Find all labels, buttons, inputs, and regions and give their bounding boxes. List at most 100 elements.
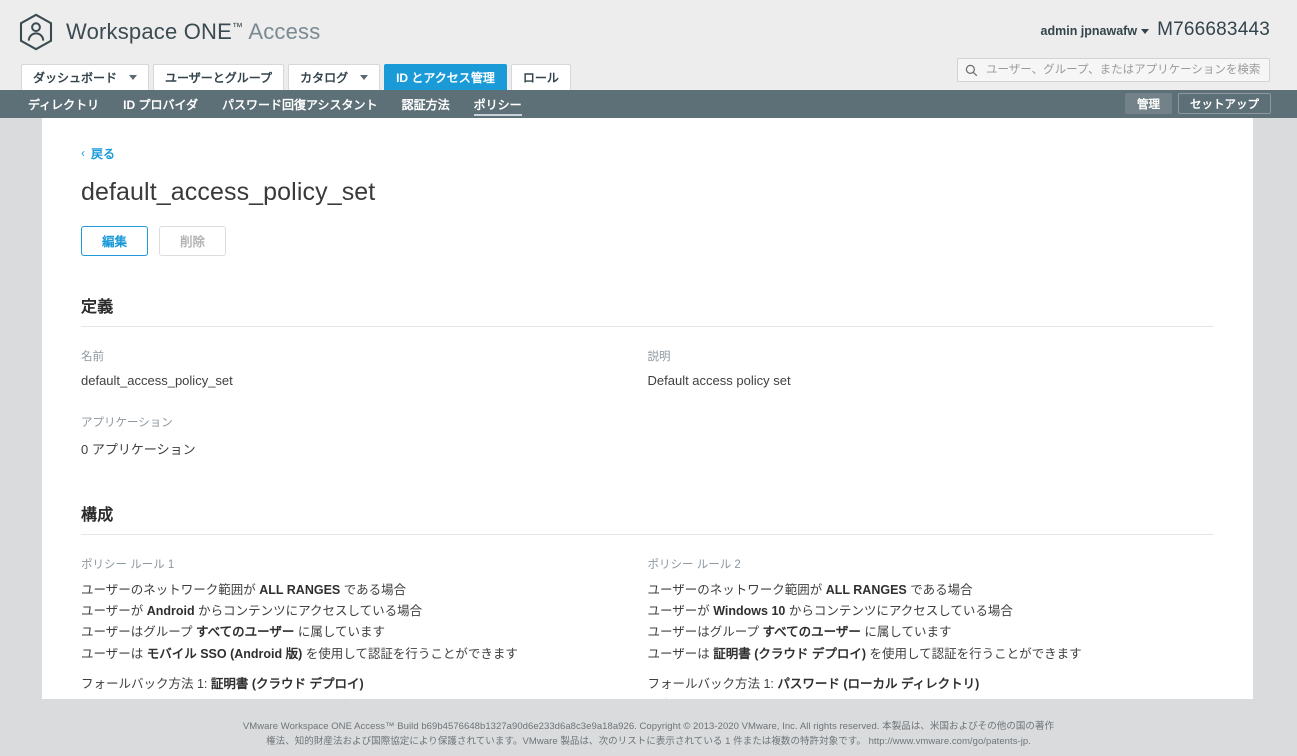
- page-footer: VMware Workspace ONE Access™ Build b69b4…: [0, 712, 1297, 756]
- secondary-nav-actions: 管理 セットアップ: [1125, 93, 1271, 114]
- tab-dashboard[interactable]: ダッシュボード: [21, 64, 150, 90]
- account-area: admin jpnawafw M766683443: [1041, 19, 1270, 41]
- rule-text: である場合: [340, 582, 407, 597]
- chevron-down-icon: [1141, 29, 1150, 35]
- rule-text: からコンテンツにアクセスしている場合: [785, 603, 1013, 618]
- rule-text: に属しています: [294, 625, 385, 640]
- subnav-item-directories[interactable]: ディレクトリ: [16, 90, 111, 118]
- app-root: Workspace ONE™ Access admin jpnawafw M76…: [0, 0, 1297, 756]
- subnav-item-password-recovery-assistant[interactable]: パスワード回復アシスタント: [210, 90, 390, 118]
- manage-button[interactable]: 管理: [1125, 93, 1172, 114]
- definition-heading: 定義: [81, 298, 114, 316]
- top-header: Workspace ONE™ Access admin jpnawafw M76…: [0, 0, 1297, 90]
- policy-rule-1-title: ポリシー ルール 1: [81, 558, 175, 571]
- rule-text: に属しています: [860, 625, 952, 640]
- rule-condition: ユーザーのネットワーク範囲が ALL RANGES である場合: [648, 580, 1191, 601]
- policy-rule-1: ポリシー ルール 1 ユーザーのネットワーク範囲が ALL RANGES である…: [81, 556, 648, 700]
- configuration-heading: 構成: [81, 506, 114, 524]
- definition-right-column: 説明 Default access policy set: [648, 348, 1215, 458]
- rule-emphasis: 証明書 (クラウド デプロイ): [210, 677, 364, 692]
- brand-trademark: ™: [232, 21, 244, 34]
- configuration-grid: ポリシー ルール 1 ユーザーのネットワーク範囲が ALL RANGES である…: [81, 556, 1214, 700]
- rule-text: を使用して認証を行うことができます: [866, 646, 1082, 661]
- subnav-item-directories-label: ディレクトリ: [28, 97, 100, 112]
- tab-users-and-groups-label: ユーザーとグループ: [165, 71, 273, 85]
- rule-emphasis: ALL RANGES: [259, 582, 341, 597]
- rule-text: ユーザーはグループ: [647, 625, 763, 640]
- chevron-left-icon: ‹: [81, 146, 85, 160]
- delete-button-label: 削除: [179, 235, 205, 249]
- subnav-item-identity-providers-label: ID プロバイダ: [123, 97, 199, 112]
- search-input[interactable]: [984, 63, 1262, 77]
- configuration-section: 構成 ポリシー ルール 1 ユーザーのネットワーク範囲が ALL RANGES …: [81, 501, 1214, 700]
- rule-text: を使用して認証を行うことができます: [302, 646, 518, 661]
- rule-emphasis: Android: [146, 603, 195, 618]
- rule-condition: ユーザーが Android からコンテンツにアクセスしている場合: [81, 601, 624, 622]
- rule-condition: ユーザーが Windows 10 からコンテンツにアクセスしている場合: [648, 601, 1191, 622]
- definition-divider: [81, 325, 1214, 327]
- subnav-item-authentication-methods[interactable]: 認証方法: [390, 90, 462, 118]
- setup-button[interactable]: セットアップ: [1178, 93, 1271, 114]
- content-area: ‹ 戻る default_access_policy_set 編集 削除 定義: [0, 118, 1297, 712]
- configuration-divider: [81, 533, 1214, 535]
- rule-condition: ユーザーはグループ すべてのユーザー に属しています: [81, 622, 624, 643]
- rule-emphasis: すべてのユーザー: [195, 625, 295, 640]
- rule-text: ユーザーのネットワーク範囲が: [647, 582, 826, 597]
- rule-text: からコンテンツにアクセスしている場合: [194, 603, 423, 618]
- rule-emphasis: ALL RANGES: [825, 582, 907, 597]
- policy-rule-2: ポリシー ルール 2 ユーザーのネットワーク範囲が ALL RANGES である…: [648, 556, 1215, 700]
- tenant-id: M766683443: [1157, 19, 1270, 40]
- page-title: default_access_policy_set: [81, 177, 376, 206]
- rule-emphasis: パスワード (ローカル ディレクトリ): [777, 677, 980, 692]
- applications-value: 0 アプリケーション: [81, 441, 196, 457]
- name-value: default_access_policy_set: [81, 372, 233, 388]
- definition-grid: 名前 default_access_policy_set アプリケーション 0 …: [81, 348, 1214, 458]
- subnav-item-policies-label: ポリシー: [473, 97, 522, 112]
- applications-label: アプリケーション: [81, 416, 173, 429]
- back-link[interactable]: ‹ 戻る: [81, 145, 115, 162]
- footer-copyright-line-2: 権法、知的財産法および国際協定により保護されています。VMware 製品は、次の…: [266, 736, 1031, 747]
- rule-emphasis: すべてのユーザー: [762, 625, 861, 640]
- tab-dashboard-label: ダッシュボード: [33, 71, 118, 85]
- brand-logo[interactable]: Workspace ONE™ Access: [18, 13, 320, 51]
- subnav-item-password-recovery-assistant-label: パスワード回復アシスタント: [222, 97, 378, 112]
- delete-button: 削除: [159, 225, 226, 256]
- rule-condition: ユーザーは 証明書 (クラウド デプロイ) を使用して認証を行うことができます: [648, 644, 1191, 665]
- subnav-item-authentication-methods-label: 認証方法: [401, 97, 450, 112]
- account-user-label: admin jpnawafw: [1040, 24, 1138, 38]
- search-icon: [965, 64, 978, 76]
- rule-condition: ユーザーはグループ すべてのユーザー に属しています: [648, 622, 1191, 643]
- rule-fallback: フォールバック方法 2: パスワード (ローカル ディレクトリ): [81, 696, 624, 700]
- tab-catalog[interactable]: カタログ: [288, 64, 381, 90]
- account-user-menu[interactable]: admin jpnawafw: [1041, 24, 1150, 38]
- rule-fallback: フォールバック方法 1: パスワード (ローカル ディレクトリ): [648, 674, 1191, 695]
- tab-roles-label: ロール: [522, 71, 559, 85]
- primary-tabs: ダッシュボード ユーザーとグループ カタログ ID とアクセス管理 ロール: [21, 64, 571, 90]
- manage-button-label: 管理: [1137, 98, 1160, 111]
- rule-condition: ユーザーは モバイル SSO (Android 版) を使用して認証を行うことが…: [81, 644, 624, 665]
- rule-text: フォールバック方法 1:: [647, 677, 778, 692]
- brand-suffix: Access: [248, 19, 321, 44]
- rule-emphasis: モバイル SSO (Android 版): [146, 646, 303, 661]
- tab-identity-and-access-management-label: ID とアクセス管理: [396, 71, 495, 85]
- subnav-item-identity-providers[interactable]: ID プロバイダ: [111, 90, 210, 118]
- footer-copyright-line-1: VMware Workspace ONE Access™ Build b69b4…: [242, 721, 1055, 732]
- tab-identity-and-access-management[interactable]: ID とアクセス管理: [384, 64, 507, 90]
- rule-text: フォールバック方法 1:: [81, 677, 211, 692]
- rule-fallback: フォールバック方法 1: 証明書 (クラウド デプロイ): [81, 674, 624, 695]
- name-label: 名前: [81, 350, 104, 363]
- rule-emphasis: 証明書 (クラウド デプロイ): [713, 646, 867, 661]
- edit-button-label: 編集: [101, 235, 127, 249]
- description-label: 説明: [647, 350, 671, 363]
- definition-left-column: 名前 default_access_policy_set アプリケーション 0 …: [81, 348, 648, 458]
- subnav-item-policies[interactable]: ポリシー: [462, 90, 534, 118]
- rule-text: ユーザーは: [647, 646, 714, 661]
- tab-users-and-groups[interactable]: ユーザーとグループ: [153, 64, 285, 90]
- edit-button[interactable]: 編集: [81, 225, 148, 256]
- tab-roles[interactable]: ロール: [510, 64, 571, 90]
- secondary-nav-items: ディレクトリ ID プロバイダ パスワード回復アシスタント 認証方法 ポリシー: [0, 90, 534, 118]
- global-search[interactable]: [957, 58, 1270, 82]
- back-link-label: 戻る: [91, 146, 116, 161]
- rule-emphasis: Windows 10: [713, 603, 786, 618]
- secondary-nav: ディレクトリ ID プロバイダ パスワード回復アシスタント 認証方法 ポリシー …: [0, 90, 1297, 118]
